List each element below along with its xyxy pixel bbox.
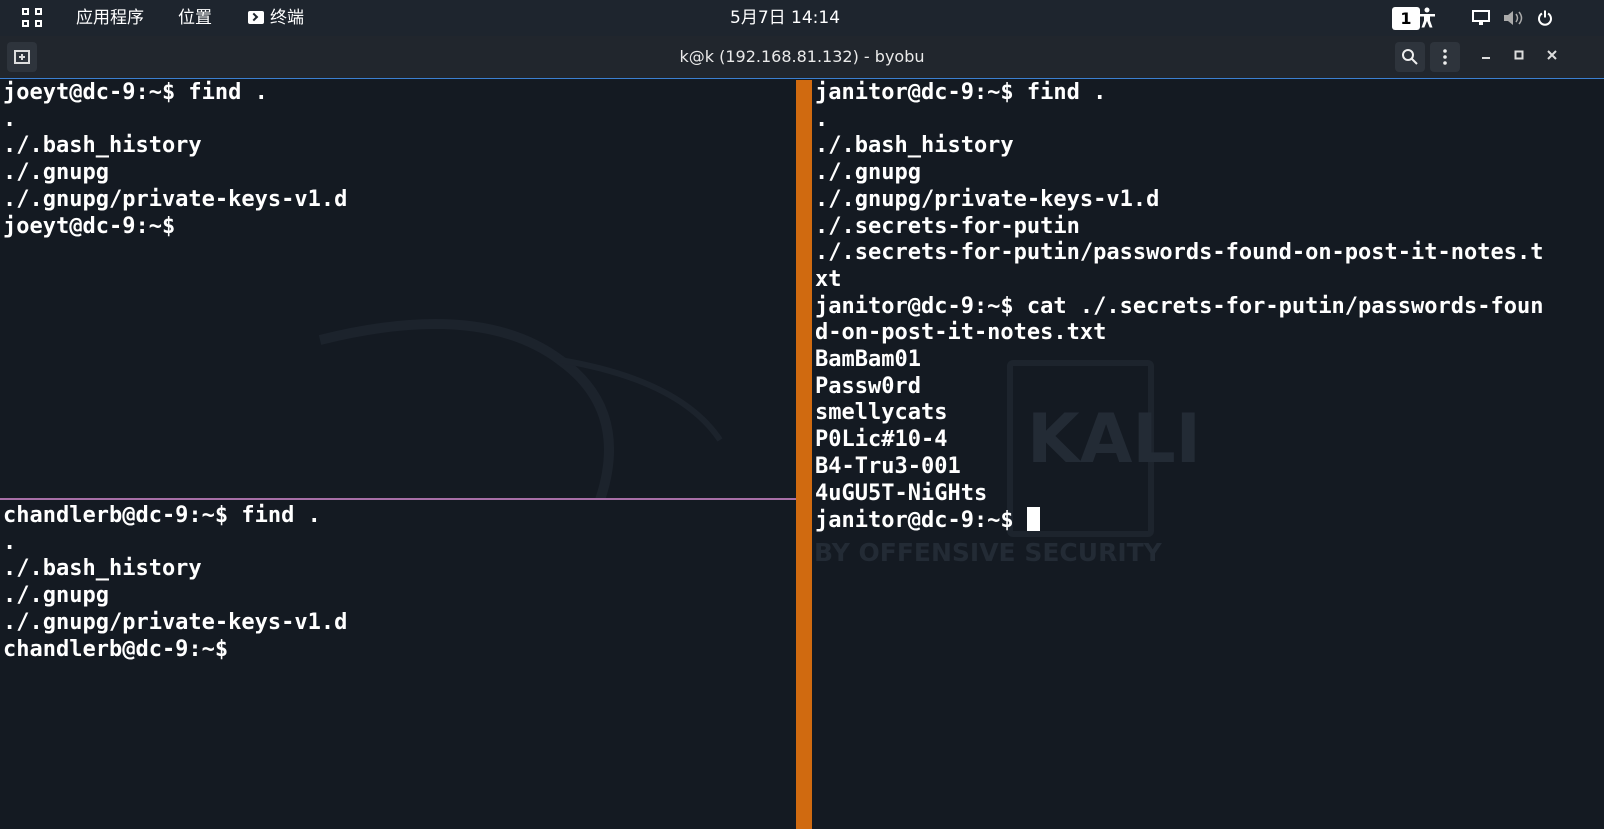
terminal-icon [248,11,264,24]
terminal-output-text: janitor@dc-9:~$ find . . ./.bash_history… [815,80,1544,506]
maximize-icon [1514,50,1524,60]
menu-button[interactable] [1430,42,1460,72]
volume-icon[interactable] [1503,0,1523,36]
close-icon [1547,50,1557,60]
terminal-pane-joeyt[interactable]: joeyt@dc-9:~$ find . . ./.bash_history .… [0,80,796,498]
maximize-button[interactable] [1507,36,1531,78]
display-icon[interactable] [1472,0,1490,36]
pane-divider-vertical[interactable] [796,80,812,829]
kali-dragon-watermark [318,319,723,498]
workspace-indicator[interactable]: 1 [1392,7,1420,30]
window-titlebar[interactable]: k@k (192.168.81.132) - byobu [0,36,1604,79]
terminal-pane-janitor[interactable]: KALI BY OFFENSIVE SECURITY janitor@dc-9:… [812,80,1604,829]
terminal-app-label: 终端 [270,8,304,28]
window-title: k@k (192.168.81.132) - byobu [679,47,925,66]
terminal-app-menu[interactable]: 终端 [248,0,304,36]
search-icon [1402,49,1418,65]
offensive-security-watermark: BY OFFENSIVE SECURITY [814,538,1162,567]
terminal-output: janitor@dc-9:~$ find . . ./.bash_history… [812,80,1604,535]
shell-prompt: janitor@dc-9:~$ [815,508,1027,534]
applications-menu[interactable]: 应用程序 [76,0,144,36]
clock[interactable]: 5月7日 14:14 [730,0,840,36]
text-cursor [1026,507,1040,532]
minimize-button[interactable] [1474,36,1498,78]
close-button[interactable] [1540,36,1564,78]
terminal-pane-chandlerb[interactable]: chandlerb@dc-9:~$ find . . ./.bash_histo… [0,500,796,829]
top-panel: 应用程序 位置 终端 5月7日 14:14 1 [0,0,1604,36]
accessibility-icon[interactable] [1417,0,1437,36]
terminal-output: chandlerb@dc-9:~$ find . . ./.bash_histo… [3,503,348,662]
terminal-output: joeyt@dc-9:~$ find . . ./.bash_history .… [3,80,348,239]
kebab-menu-icon [1443,49,1447,65]
minimize-icon [1482,57,1490,59]
activities-grid-icon[interactable] [22,8,44,28]
places-menu[interactable]: 位置 [178,0,212,36]
power-icon[interactable] [1537,0,1553,36]
search-button[interactable] [1395,42,1425,72]
